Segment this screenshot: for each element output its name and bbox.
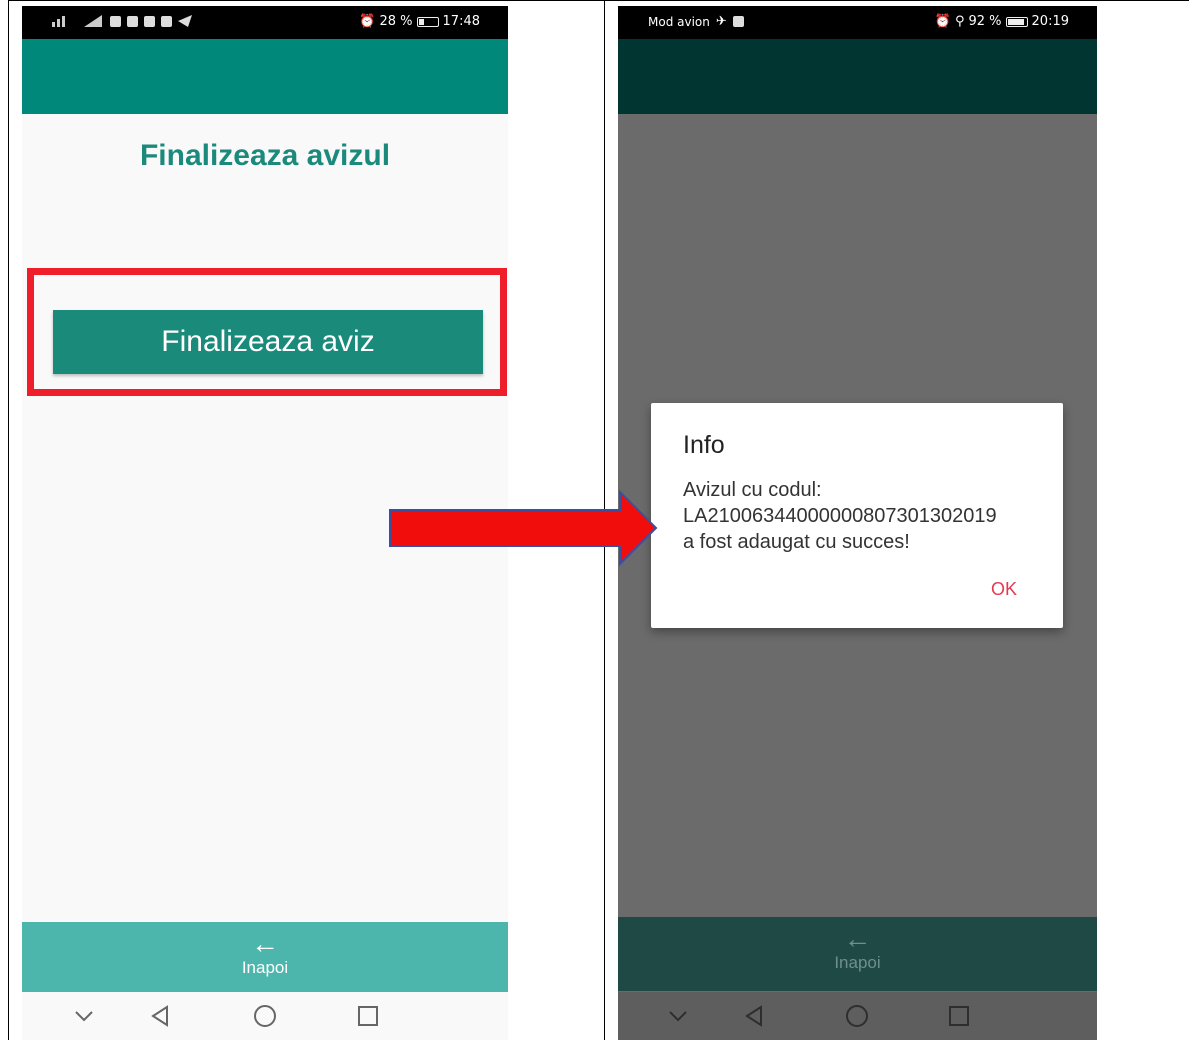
system-nav-bar [618,992,1097,1040]
back-bar[interactable]: ← Inapoi [22,922,508,996]
dialog-message-code: LA210063440000008073013020​19 [683,505,997,527]
nav-recents-icon[interactable] [354,1002,382,1030]
signal-icon [52,16,65,27]
nav-recents-icon[interactable] [945,1002,973,1030]
battery-icon [1005,16,1028,27]
status-bar: ⏰ 28 % 17:48 [22,6,508,39]
battery-percent: 92 % [968,14,1002,29]
mail-icon [161,15,172,27]
nav-back-icon[interactable] [740,1002,768,1030]
back-label: Inapoi [834,953,881,972]
battery-icon [416,16,439,27]
nav-home-icon[interactable] [251,1002,279,1030]
notification-icon [110,15,121,27]
alarm-icon: ⏰ [359,14,376,29]
nav-down-icon[interactable] [70,1002,98,1030]
battery-percent: 28 % [379,14,413,29]
table-border-left [8,0,9,1040]
back-bar[interactable]: ← Inapoi [618,917,1097,991]
dialog-message: Avizul cu codul: LA210063440000008073013… [683,477,997,555]
nav-back-icon[interactable] [146,1002,174,1030]
airplane-mode-label: Mod avion [648,14,710,29]
page-title: Finalizeaza avizul [139,139,391,172]
table-border-top [8,0,1189,1]
airplane-icon: ✈ [715,14,727,29]
right-phone-screen: Mod avion ✈ ⏰ ⚲ 92 % 20:19 Info Avizul c… [618,6,1097,1040]
dialog-message-line: Avizul cu codul: [683,479,822,501]
back-arrow-icon: ← [843,923,872,954]
dialog-title: Info [683,431,725,459]
alarm-icon: ⏰ [934,14,951,29]
flow-arrow-icon [389,489,658,567]
status-bar: Mod avion ✈ ⏰ ⚲ 92 % 20:19 [618,6,1097,39]
back-arrow-icon: ← [251,928,279,959]
ok-button[interactable]: OK [991,579,1017,600]
info-dialog: Info Avizul cu codul: LA2100634400000080… [651,403,1063,628]
location-icon: ⚲ [954,14,965,29]
notification-icon [144,15,155,27]
notification-icon [127,15,138,27]
dialog-message-line: a fost adaugat cu succes! [683,531,910,553]
nav-home-icon[interactable] [843,1002,871,1030]
status-time: 17:48 [442,14,480,29]
back-label: Inapoi [241,958,289,977]
nav-down-icon[interactable] [664,1002,692,1030]
send-icon [178,15,192,27]
app-toolbar [22,39,508,114]
app-toolbar [618,39,1097,114]
finalize-button[interactable]: Finalizeaza aviz [53,310,483,374]
notification-icon [732,16,744,27]
status-time: 20:19 [1031,14,1069,29]
signal-icon [84,15,102,27]
system-nav-bar [22,992,508,1040]
